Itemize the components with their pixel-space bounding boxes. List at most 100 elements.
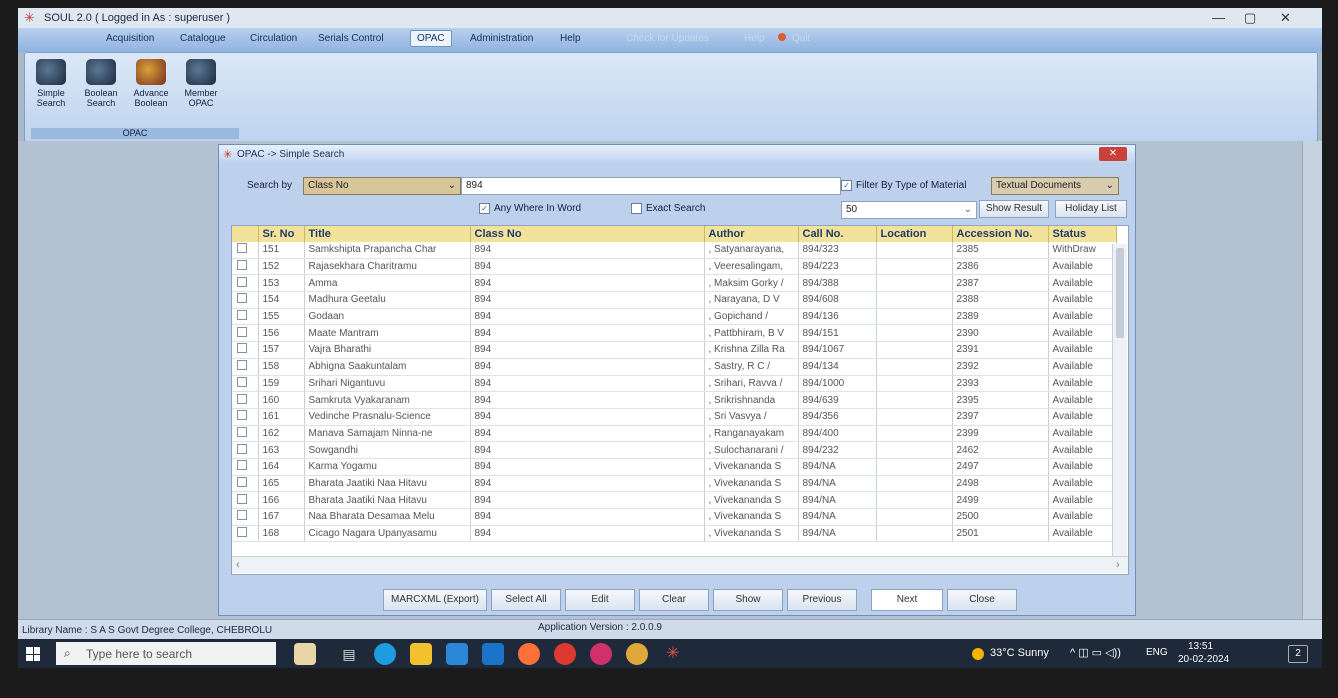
table-row[interactable]: 167 Naa Bharata Desamaa Melu 894, Vivekana…	[232, 508, 1117, 526]
previous-button[interactable]: Previous	[787, 589, 857, 611]
row-checkbox[interactable]	[232, 458, 259, 476]
close-button[interactable]: ✕	[1280, 10, 1291, 26]
menu-administration[interactable]: Administration	[466, 32, 537, 45]
language-indicator[interactable]: ENG	[1146, 647, 1168, 658]
table-row[interactable]: 163 Sowgandhi 894, Sulochanarani /894/232 2…	[232, 441, 1117, 459]
menu-check-updates[interactable]: Check for Updates	[622, 32, 713, 45]
table-row[interactable]: 159 Srihari Nigantuvu 894, Srihari, Ravva …	[232, 375, 1117, 393]
table-row[interactable]: 155 Godaan 894, Gopichand /894/136 2389 Avai…	[232, 308, 1117, 326]
row-checkbox[interactable]	[232, 508, 259, 526]
taskbar-search-box[interactable]: ⌕ Type here to search	[56, 642, 276, 665]
any-where-checkbox[interactable]: ✓ Any Where In Word	[479, 203, 581, 214]
table-row[interactable]: 151 Samkshipta Prapancha Char 894, Satyana…	[232, 242, 1117, 259]
table-row[interactable]: 156 Maate Mantram 894, Pattbhiram, B V 894/…	[232, 324, 1117, 343]
soul-taskbar-icon[interactable]: ✳	[662, 643, 684, 665]
row-checkbox[interactable]	[232, 291, 259, 309]
column-header[interactable]: Status	[1048, 226, 1117, 242]
table-row[interactable]: 165 Bharata Jaatiki Naa Hitavu 894, Viveka…	[232, 475, 1117, 493]
advance-boolean-button[interactable]: Advance Boolean	[131, 59, 171, 108]
table-row[interactable]: 166 Bharata Jaatiki Naa Hitavu 894, Viveka…	[232, 491, 1117, 509]
simple-search-button[interactable]: Simple Search	[31, 59, 71, 108]
table-row[interactable]: 158 Abhigna Saakuntalam 894, Sastry, R C /…	[232, 358, 1117, 376]
clock-time[interactable]: 13:51	[1188, 641, 1213, 652]
row-checkbox[interactable]	[232, 274, 259, 293]
row-checkbox[interactable]	[232, 408, 259, 426]
row-checkbox[interactable]	[232, 242, 259, 259]
menu-acquisition[interactable]: Acquisition	[102, 32, 158, 45]
table-row[interactable]: 162 Manava Samajam Ninna-ne 894, Ranganaya…	[232, 425, 1117, 443]
mail-icon[interactable]	[482, 643, 504, 665]
scroll-right-icon[interactable]: ›	[1116, 559, 1120, 571]
select-all-button[interactable]: Select All	[491, 589, 561, 611]
show-result-button[interactable]: Show Result	[979, 200, 1049, 218]
material-dropdown[interactable]: Textual Documents ⌄	[991, 177, 1119, 195]
scroll-left-icon[interactable]: ‹	[236, 559, 240, 571]
notification-icon[interactable]: 2	[1288, 645, 1308, 663]
workspace-scrollbar[interactable]	[1302, 141, 1322, 619]
row-checkbox[interactable]	[232, 341, 259, 359]
holiday-list-button[interactable]: Holiday List	[1055, 200, 1127, 218]
chrome-profile-icon[interactable]	[626, 643, 648, 665]
marcxml-export-button[interactable]: MARCXML (Export)	[383, 589, 487, 611]
column-header[interactable]: Class No	[470, 226, 705, 242]
dialog-close-button[interactable]: ✕	[1099, 147, 1127, 161]
column-header[interactable]: Sr. No	[258, 226, 305, 242]
vivaldi-icon[interactable]	[590, 643, 612, 665]
clear-button[interactable]: Clear	[639, 589, 709, 611]
store-icon[interactable]	[446, 643, 468, 665]
file-explorer-icon[interactable]	[410, 643, 432, 665]
table-row[interactable]: 161 Vedinche Prasnalu-Science 894, Sri Vas…	[232, 408, 1117, 426]
exact-search-checkbox[interactable]: Exact Search	[631, 203, 705, 214]
table-row[interactable]: 154 Madhura Geetalu 894, Narayana, D V 894/…	[232, 291, 1117, 309]
menu-serials-control[interactable]: Serials Control	[314, 32, 388, 45]
column-header[interactable]: Author	[704, 226, 799, 242]
boolean-search-button[interactable]: Boolean Search	[81, 59, 121, 108]
menu-catalogue[interactable]: Catalogue	[176, 32, 230, 45]
row-checkbox[interactable]	[232, 324, 259, 343]
column-header[interactable]: Accession No.	[952, 226, 1049, 242]
clock-date[interactable]: 20-02-2024	[1178, 654, 1229, 665]
table-row[interactable]: 160 Samkruta Vyakaranam 894, Srikrishnanda…	[232, 391, 1117, 409]
column-header[interactable]: Call No.	[798, 226, 877, 242]
row-checkbox[interactable]	[232, 491, 259, 509]
table-row[interactable]: 157 Vajra Bharathi 894, Krishna Zilla Ra 89…	[232, 341, 1117, 359]
column-header[interactable]: Title	[304, 226, 471, 242]
minimize-button[interactable]: —	[1212, 10, 1225, 25]
row-checkbox[interactable]	[232, 475, 259, 493]
menu-quit[interactable]: Quit	[788, 32, 814, 45]
next-button[interactable]: Next	[871, 589, 943, 611]
weather-text[interactable]: 33°C Sunny	[990, 647, 1049, 659]
row-checkbox[interactable]	[232, 308, 259, 326]
show-button[interactable]: Show	[713, 589, 783, 611]
row-checkbox[interactable]	[232, 425, 259, 443]
row-checkbox[interactable]	[232, 358, 259, 376]
scroll-thumb[interactable]	[1116, 248, 1124, 338]
chrome-icon[interactable]	[554, 643, 576, 665]
task-view-icon[interactable]: ▤	[338, 643, 360, 665]
grid-horizontal-scrollbar[interactable]: ‹ ›	[232, 556, 1128, 573]
firefox-icon[interactable]	[518, 643, 540, 665]
search-by-dropdown[interactable]: Class No ⌄	[303, 177, 461, 195]
tray-icons[interactable]: ^ ◫ ▭ ◁))	[1070, 646, 1121, 659]
column-header[interactable]: Location	[876, 226, 953, 242]
table-row[interactable]: 152 Rajasekhara Charitramu 894, Veeresalin…	[232, 258, 1117, 276]
close-dialog-button[interactable]: Close	[947, 589, 1017, 611]
filter-checkbox[interactable]: ✓ Filter By Type of Material	[841, 180, 966, 191]
row-checkbox[interactable]	[232, 391, 259, 409]
search-input[interactable]: 894	[461, 177, 841, 195]
table-row[interactable]: 168 Cicago Nagara Upanyasamu 894, Vivekana…	[232, 525, 1117, 543]
page-size-dropdown[interactable]: 50 ⌄	[841, 201, 977, 219]
row-checkbox[interactable]	[232, 375, 259, 393]
row-checkbox[interactable]	[232, 441, 259, 459]
column-header[interactable]	[232, 226, 259, 242]
menu-opac[interactable]: OPAC	[410, 30, 452, 47]
menu-help-2[interactable]: Help	[740, 32, 769, 45]
edit-button[interactable]: Edit	[565, 589, 635, 611]
maximize-button[interactable]: ▢	[1244, 10, 1256, 26]
table-row[interactable]: 164 Karma Yogamu 894, Vivekananda S 894/NA 2…	[232, 458, 1117, 476]
row-checkbox[interactable]	[232, 258, 259, 276]
row-checkbox[interactable]	[232, 525, 259, 543]
table-row[interactable]: 153 Amma 894, Maksim Gorky /894/388 2387 Ava…	[232, 274, 1117, 293]
windows-start-icon[interactable]	[26, 647, 40, 661]
cake-app-icon[interactable]	[294, 643, 316, 665]
